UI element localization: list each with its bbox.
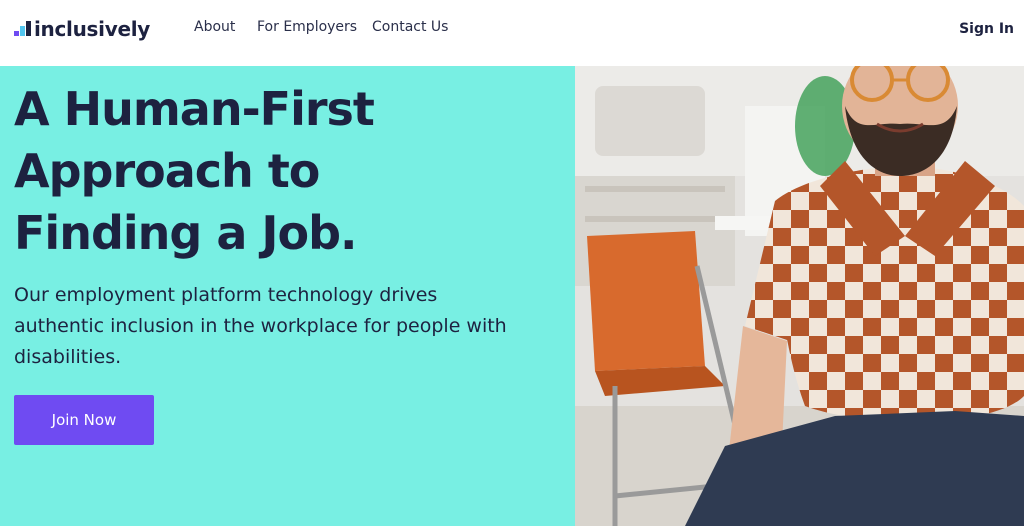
top-nav: inclusively About For Employers Contact … [0,0,1024,66]
logo[interactable]: inclusively [14,16,150,42]
nav-link-about[interactable]: About [194,19,235,35]
nav-link-contact-us[interactable]: Contact Us [372,19,448,35]
headline-line-2: Approach to [14,144,320,198]
headline-line-1: A Human-First [14,82,375,136]
logo-bars-icon [14,20,32,38]
hero-photo [575,66,1024,526]
join-now-button[interactable]: Join Now [14,395,154,445]
hero-headline: A Human-First Approach to Finding a Job. [14,78,574,264]
logo-text: inclusively [34,17,150,41]
hero-subheadline: Our employment platform technology drive… [14,284,507,368]
sign-in-link[interactable]: Sign In [959,21,1014,37]
headline-line-3: Finding a Job. [14,206,357,260]
nav-link-for-employers[interactable]: For Employers [257,19,357,35]
